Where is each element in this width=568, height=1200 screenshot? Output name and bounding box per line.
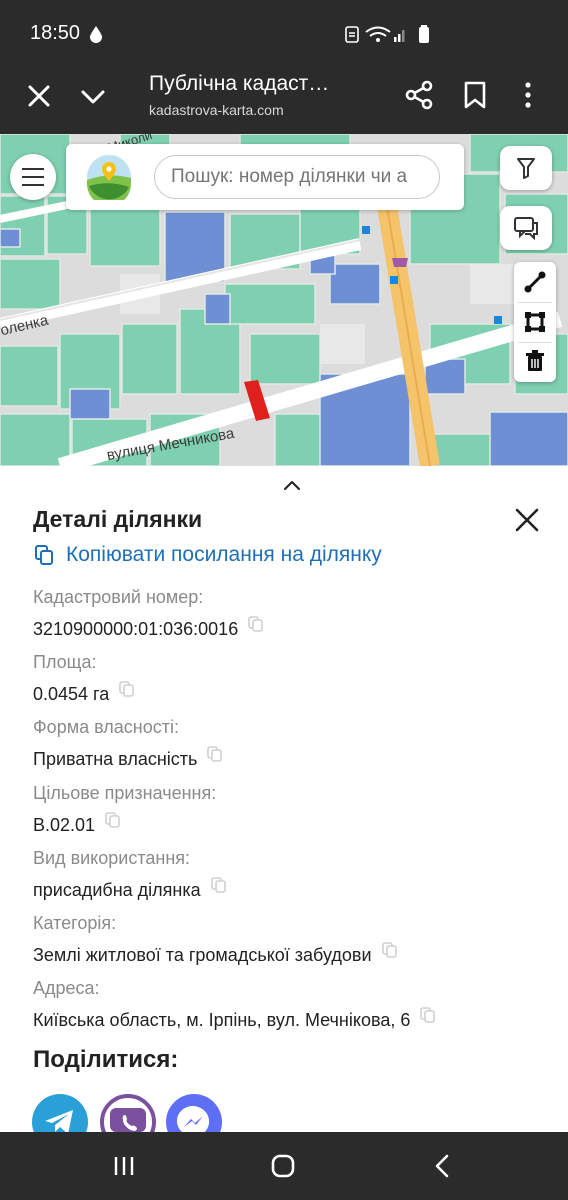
copy-icon[interactable] bbox=[210, 876, 228, 894]
more-vert-icon[interactable] bbox=[518, 80, 538, 110]
draw-tools bbox=[514, 262, 556, 382]
field-label-cadastral-number: Кадастровий номер: bbox=[33, 587, 204, 607]
search-input[interactable] bbox=[154, 155, 440, 199]
line-tool[interactable] bbox=[514, 262, 556, 302]
copy-icon[interactable] bbox=[118, 680, 136, 698]
field-label-area: Площа: bbox=[33, 652, 97, 672]
field-label-ownership: Форма власності: bbox=[33, 717, 179, 737]
delete-tool[interactable] bbox=[514, 342, 556, 382]
copy-icon[interactable] bbox=[206, 745, 224, 763]
copy-icon[interactable] bbox=[104, 811, 122, 829]
chevron-up-icon[interactable] bbox=[282, 478, 302, 492]
close-details-icon[interactable] bbox=[514, 507, 540, 533]
share-title: Поділитися: bbox=[33, 1046, 179, 1073]
field-value-category: Землі житлової та громадської забудови bbox=[33, 941, 399, 966]
copy-link-label: Копіювати посилання на ділянку bbox=[66, 543, 382, 566]
status-bar: 18:50 bbox=[0, 0, 568, 66]
bookmark-icon[interactable] bbox=[462, 80, 488, 110]
copy-icon[interactable] bbox=[247, 615, 265, 633]
system-nav-bar bbox=[0, 1132, 568, 1200]
status-icons bbox=[345, 25, 429, 43]
polygon-icon bbox=[525, 312, 545, 332]
copy-link-button[interactable]: Копіювати посилання на ділянку bbox=[33, 540, 382, 570]
page-url[interactable]: kadastrova-karta.com bbox=[149, 102, 284, 118]
line-icon bbox=[524, 271, 546, 293]
search-card bbox=[66, 144, 464, 210]
field-label-address: Адреса: bbox=[33, 978, 100, 998]
trash-icon bbox=[526, 350, 544, 371]
chevron-down-icon[interactable] bbox=[80, 84, 106, 110]
copy-icon bbox=[35, 545, 53, 565]
cadastral-map[interactable]: вул. Миколи оленка вулиця Мечникова bbox=[0, 134, 568, 466]
share-icon[interactable] bbox=[404, 80, 434, 110]
map-menu-button[interactable] bbox=[10, 154, 56, 200]
field-value-usage: присадибна ділянка bbox=[33, 876, 228, 901]
field-label-usage: Вид використання: bbox=[33, 848, 191, 868]
field-value-cadastral-number: 3210900000:01:036:0016 bbox=[33, 615, 265, 640]
copy-icon[interactable] bbox=[419, 1006, 437, 1024]
browser-toolbar: Публічна кадаст… kadastrova-karta.com bbox=[0, 66, 568, 134]
copy-icon[interactable] bbox=[381, 941, 399, 959]
field-value-address: Київська область, м. Ірпінь, вул. Мечнік… bbox=[33, 1006, 437, 1031]
field-label-purpose: Цільове призначення: bbox=[33, 783, 217, 803]
back-icon[interactable] bbox=[432, 1153, 452, 1179]
field-value-area: 0.0454 га bbox=[33, 680, 136, 705]
comment-icon bbox=[514, 217, 538, 241]
page-title[interactable]: Публічна кадаст… bbox=[149, 72, 359, 96]
details-title: Деталі ділянки bbox=[33, 506, 203, 532]
filter-button[interactable] bbox=[500, 146, 552, 190]
field-value-ownership: Приватна власність bbox=[33, 745, 224, 770]
recent-apps-icon[interactable] bbox=[112, 1154, 136, 1178]
status-time: 18:50 bbox=[30, 22, 81, 44]
home-icon[interactable] bbox=[270, 1153, 296, 1179]
app-logo-icon[interactable] bbox=[86, 154, 132, 200]
close-icon[interactable] bbox=[26, 83, 52, 109]
data-saver-icon bbox=[90, 26, 102, 43]
filter-icon bbox=[517, 158, 535, 179]
comment-button[interactable] bbox=[500, 206, 552, 250]
polygon-tool[interactable] bbox=[514, 302, 556, 342]
field-value-purpose: В.02.01 bbox=[33, 811, 122, 836]
field-label-category: Категорія: bbox=[33, 913, 117, 933]
